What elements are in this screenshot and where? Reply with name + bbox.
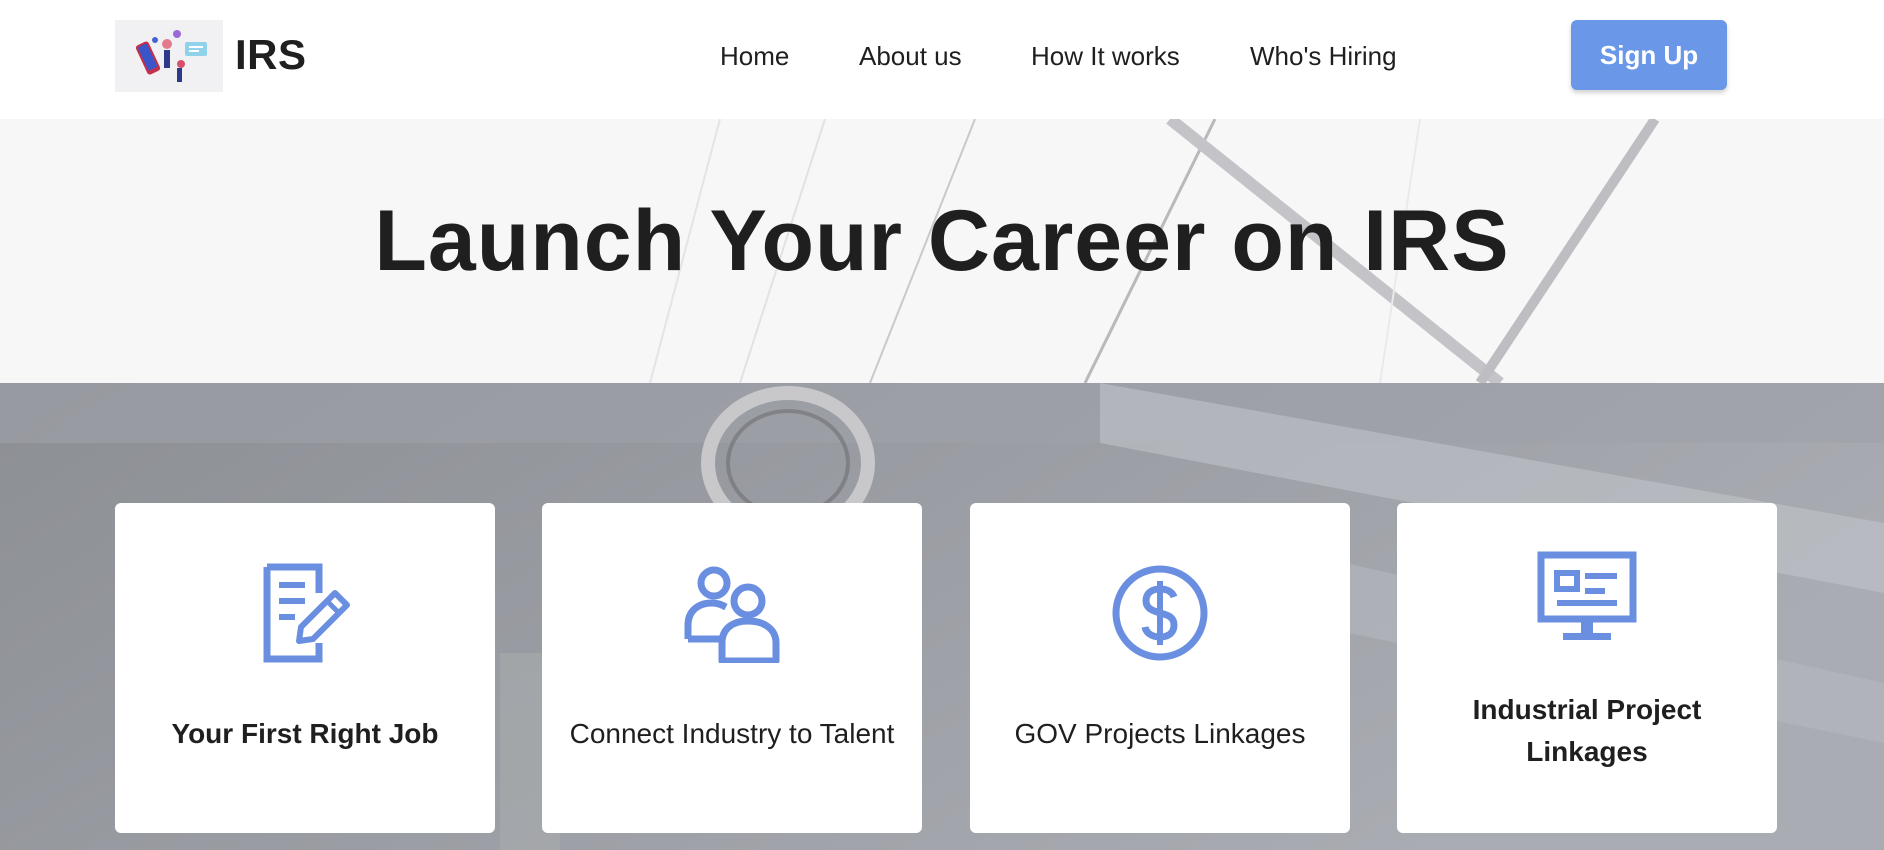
hero-title: Launch Your Career on IRS	[374, 193, 1510, 289]
users-icon	[684, 566, 780, 663]
sign-up-button[interactable]: Sign Up	[1571, 20, 1727, 90]
nav-whos-hiring[interactable]: Who's Hiring	[1250, 36, 1397, 76]
feature-card-industrial-project[interactable]: Industrial Project Linkages	[1397, 503, 1777, 833]
nav-home[interactable]: Home	[720, 36, 789, 76]
dollar-circle-icon	[1112, 565, 1208, 661]
logo-illustration-icon	[135, 30, 207, 82]
monitor-icon	[1537, 551, 1637, 640]
hero-section: Launch Your Career on IRS	[0, 119, 1884, 383]
nav-about-us[interactable]: About us	[859, 36, 962, 76]
card-label: Your First Right Job	[171, 718, 439, 749]
feature-card-connect-industry[interactable]: Connect Industry to Talent	[542, 503, 922, 833]
card-label: Industrial Project Linkages	[1472, 694, 1702, 767]
brand-name[interactable]: IRS	[235, 30, 307, 80]
document-edit-icon	[263, 563, 350, 663]
feature-card-first-right-job[interactable]: Your First Right Job	[115, 503, 495, 833]
card-label: GOV Projects Linkages	[1014, 718, 1306, 749]
features-section: Your First Right Job Connect Industry to…	[0, 383, 1884, 850]
site-header: IRS Home About us How It works Who's Hir…	[0, 0, 1884, 119]
nav-how-it-works[interactable]: How It works	[1031, 36, 1180, 76]
feature-card-gov-projects[interactable]: GOV Projects Linkages	[970, 503, 1350, 833]
logo[interactable]	[115, 20, 223, 92]
card-label: Connect Industry to Talent	[569, 718, 895, 749]
